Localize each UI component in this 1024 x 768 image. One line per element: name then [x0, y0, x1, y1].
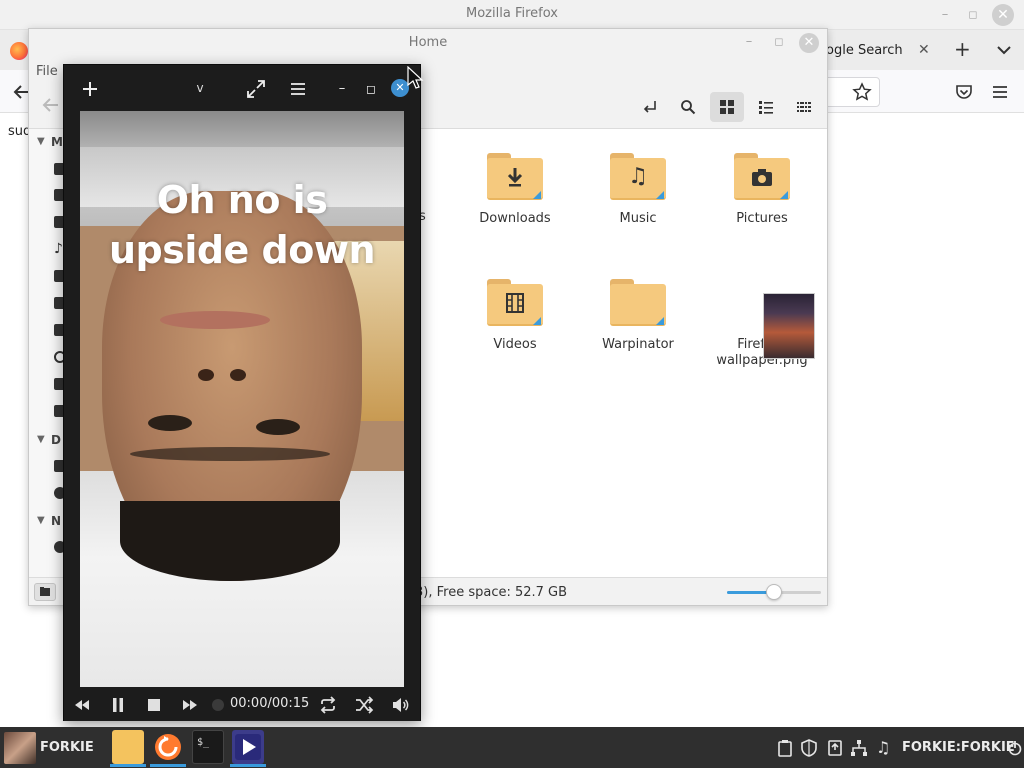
file-manager-minimize-button[interactable]: – — [741, 34, 757, 50]
sidebar-section-devices[interactable]: D — [51, 433, 61, 447]
folder-label: Downloads — [479, 211, 551, 226]
folder-label: Warpinator — [602, 337, 674, 352]
folder-downloads[interactable]: Downloads — [460, 149, 570, 259]
power-icon[interactable] — [1008, 738, 1022, 756]
pocket-icon[interactable] — [954, 82, 974, 102]
user-avatar[interactable] — [4, 732, 36, 764]
folder-icon — [608, 275, 668, 331]
folder-pictures[interactable]: Pictures — [707, 149, 817, 259]
sidebar-section-my-computer[interactable]: M — [51, 135, 63, 149]
new-tab-button[interactable]: + — [954, 38, 974, 62]
firefox-app-icon[interactable] — [152, 730, 184, 764]
music-icon[interactable]: ♫ — [876, 739, 894, 757]
hamburger-menu-icon[interactable] — [990, 82, 1010, 102]
shield-icon[interactable] — [800, 739, 818, 757]
folder-music[interactable]: ♫ Music — [583, 149, 693, 259]
video-nostril — [198, 369, 214, 381]
network-icon[interactable] — [850, 739, 868, 757]
repeat-icon[interactable] — [318, 695, 338, 715]
firefox-window-title: Mozilla Firefox — [466, 6, 558, 21]
chevron-toggle-button[interactable]: v — [192, 79, 208, 97]
add-icon[interactable] — [78, 77, 102, 101]
taskbar-clock-text[interactable]: FORKIE:FORKIE — [902, 740, 1015, 755]
file-manager-close-button[interactable]: ✕ — [799, 33, 819, 53]
caption-line-2: upside down — [108, 228, 376, 272]
caption-line-1: Oh no is — [156, 178, 328, 222]
playback-time: 00:00/00:15 — [230, 696, 310, 711]
terminal-app-icon[interactable]: $_ — [192, 730, 224, 764]
status-free-space: 3), Free space: 52.7 GB — [415, 585, 568, 600]
volume-icon[interactable] — [390, 695, 410, 715]
caret-down-icon[interactable]: ▼ — [37, 435, 47, 445]
zoom-slider-handle[interactable] — [766, 584, 782, 600]
hamburger-menu-icon[interactable] — [286, 77, 310, 101]
mouse-cursor-icon — [406, 66, 424, 90]
video-frame[interactable]: Oh no is upside down — [80, 111, 404, 687]
folder-videos[interactable]: Videos — [460, 275, 570, 385]
icon-view-button[interactable] — [710, 92, 744, 122]
caret-down-icon[interactable]: ▼ — [37, 516, 47, 526]
download-folder-icon — [485, 149, 545, 205]
user-name[interactable]: FORKIE — [40, 740, 94, 755]
video-lips — [160, 311, 270, 329]
rewind-icon[interactable] — [72, 695, 92, 715]
sidebar-toggle-button[interactable] — [34, 583, 56, 601]
list-view-button[interactable] — [749, 92, 783, 122]
video-caption: Oh no is upside down — [80, 175, 404, 275]
pause-icon[interactable] — [108, 695, 128, 715]
music-folder-icon: ♫ — [608, 149, 668, 205]
folder-label: Pictures — [736, 211, 788, 226]
maximize-button[interactable]: ◻ — [359, 77, 383, 101]
shuffle-icon[interactable] — [354, 695, 374, 715]
active-indicator — [110, 764, 146, 767]
folder-warpinator[interactable]: Warpinator — [583, 275, 693, 385]
image-thumbnail — [763, 293, 815, 359]
video-nostril — [230, 369, 246, 381]
folder-label: Videos — [493, 337, 537, 352]
fast-forward-icon[interactable] — [180, 695, 200, 715]
pictures-folder-icon — [732, 149, 792, 205]
firefox-close-button[interactable]: ✕ — [992, 4, 1014, 26]
firefox-logo-icon — [10, 42, 28, 60]
star-icon[interactable] — [852, 82, 872, 102]
compact-view-button[interactable] — [787, 92, 821, 122]
file-manager-title: Home — [408, 35, 448, 50]
chevron-down-icon[interactable] — [994, 40, 1014, 60]
path-toggle-button[interactable] — [633, 92, 667, 122]
search-button[interactable] — [671, 92, 705, 122]
firefox-maximize-button[interactable]: ◻ — [966, 8, 980, 22]
video-eye — [148, 415, 192, 431]
fullscreen-icon[interactable] — [244, 77, 268, 101]
video-brow — [130, 447, 330, 461]
videos-folder-icon — [485, 275, 545, 331]
file-manager-app-icon[interactable] — [112, 730, 144, 764]
back-arrow-icon[interactable] — [41, 95, 61, 115]
firefox-minimize-button[interactable]: – — [938, 8, 952, 22]
active-indicator — [150, 764, 186, 767]
active-indicator — [230, 764, 266, 767]
video-beard — [120, 501, 340, 581]
update-icon[interactable] — [826, 739, 844, 757]
stop-icon[interactable] — [144, 695, 164, 715]
video-eye — [256, 419, 300, 435]
folder-label: Music — [619, 211, 657, 226]
caret-down-icon[interactable]: ▼ — [37, 137, 47, 147]
media-player-window: v – ◻ ✕ Oh no is upside down 00:00/00:15 — [63, 64, 421, 721]
minimize-button[interactable]: – — [330, 77, 354, 101]
menu-file[interactable]: File — [36, 64, 58, 79]
media-player-app-icon[interactable] — [232, 730, 264, 764]
sidebar-section-network[interactable]: N — [51, 514, 61, 528]
file-manager-maximize-button[interactable]: ◻ — [771, 34, 787, 50]
clipboard-icon[interactable] — [776, 739, 794, 757]
seek-handle[interactable] — [212, 699, 224, 711]
tab-close-icon[interactable]: ✕ — [918, 40, 934, 60]
